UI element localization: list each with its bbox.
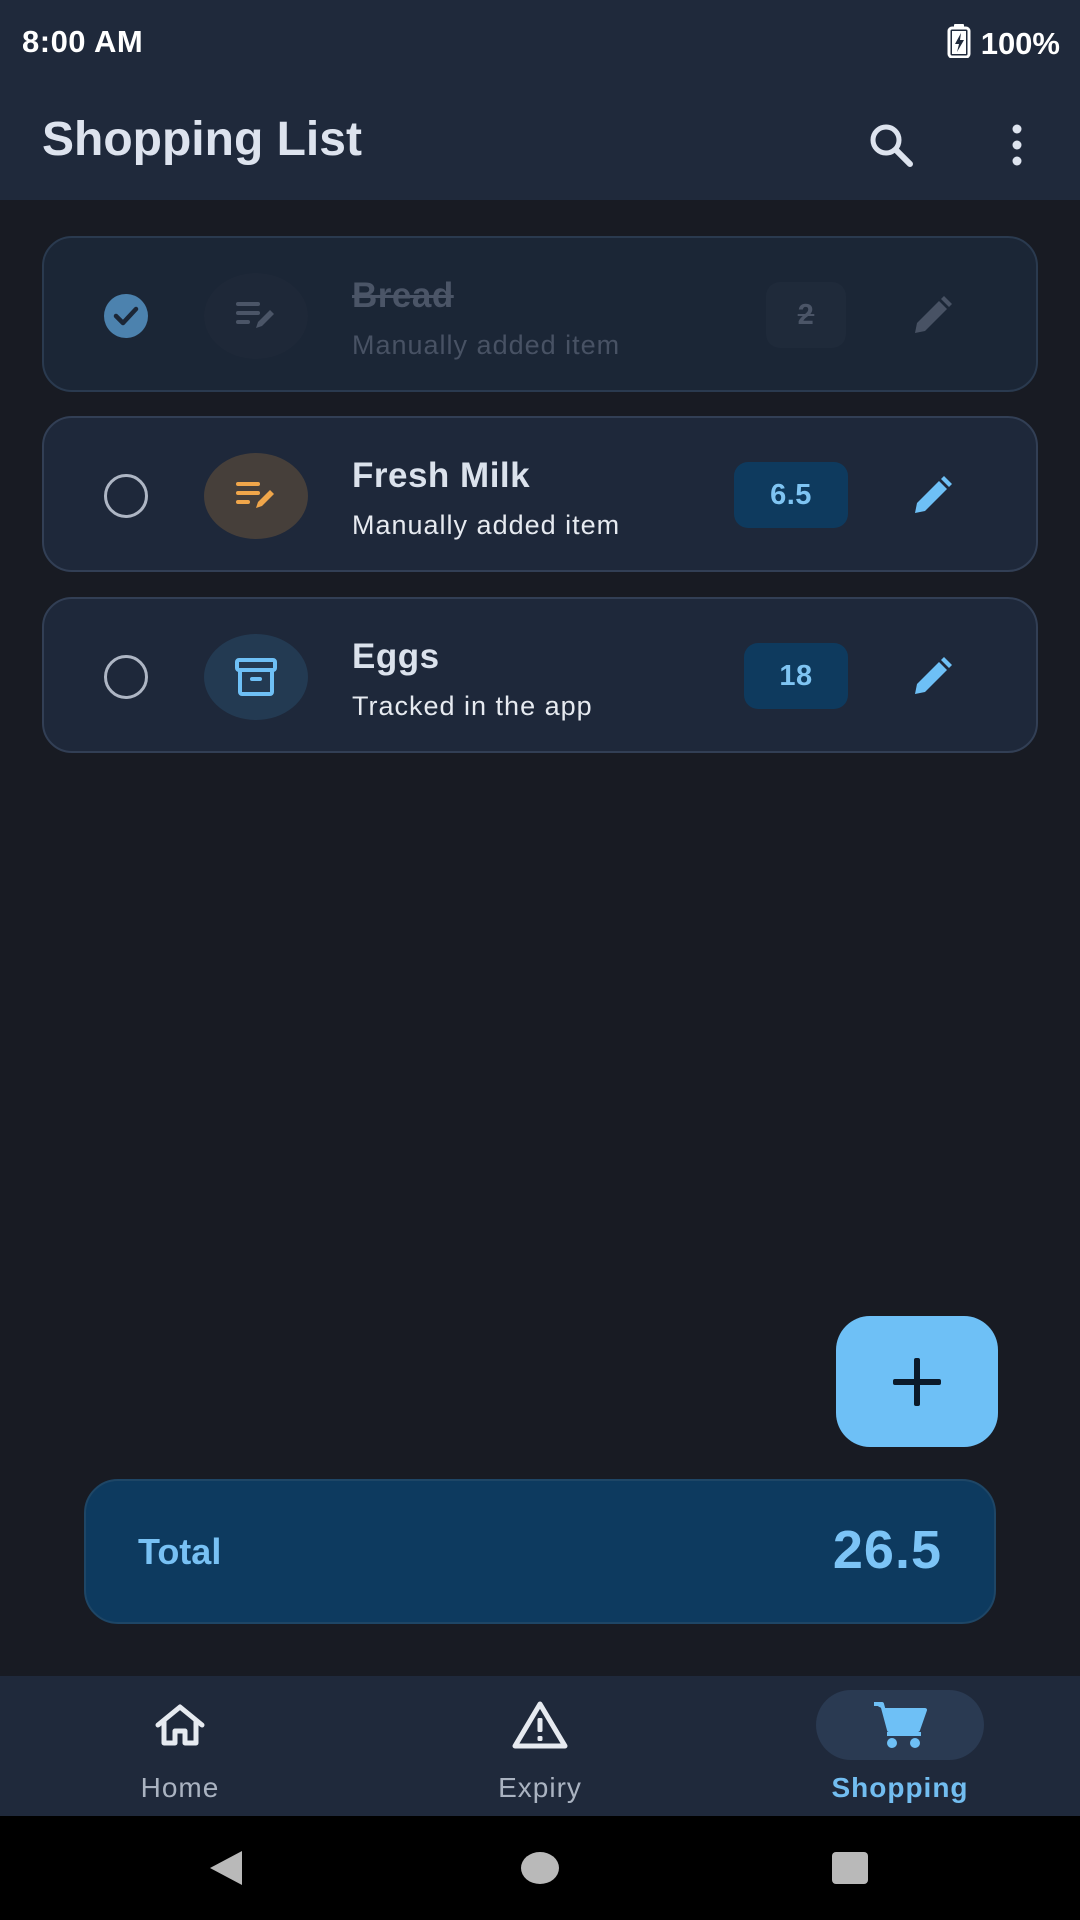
item-name: Bread xyxy=(352,276,454,315)
home-circle-icon xyxy=(521,1852,559,1884)
edit-item-button[interactable] xyxy=(902,466,962,526)
battery-charging-icon xyxy=(947,24,971,63)
app-bar: Shopping List xyxy=(0,92,1080,200)
pencil-icon xyxy=(915,657,952,694)
warning-icon xyxy=(512,1701,568,1749)
item-subtitle: Tracked in the app xyxy=(352,691,593,721)
edit-note-icon xyxy=(236,302,274,328)
item-checkbox[interactable] xyxy=(104,655,148,699)
nav-icon-container xyxy=(456,1690,624,1760)
shopping-item-bread[interactable]: Bread Manually added item 2 xyxy=(42,236,1038,392)
nav-icon-container xyxy=(816,1690,984,1760)
system-navigation-bar xyxy=(0,1816,1080,1920)
quantity-chip[interactable]: 6.5 xyxy=(734,462,848,528)
add-item-fab[interactable] xyxy=(836,1316,998,1447)
shopping-item-fresh-milk[interactable]: Fresh Milk Manually added item 6.5 xyxy=(42,416,1038,572)
item-type-avatar xyxy=(204,273,308,359)
item-type-avatar xyxy=(204,453,308,539)
quantity-chip[interactable]: 18 xyxy=(744,643,848,709)
inventory-box-icon xyxy=(235,658,277,696)
system-recents-button[interactable] xyxy=(820,1838,880,1898)
status-time: 8:00 AM xyxy=(22,24,144,59)
item-checkbox[interactable] xyxy=(104,474,148,518)
total-summary: Total 26.5 xyxy=(84,1479,996,1624)
nav-label: Shopping xyxy=(831,1772,969,1803)
search-button[interactable] xyxy=(856,110,926,180)
shopping-item-eggs[interactable]: Eggs Tracked in the app 18 xyxy=(42,597,1038,753)
item-name: Eggs xyxy=(352,637,440,676)
battery-percent: 100% xyxy=(980,25,1060,61)
cart-icon xyxy=(874,1702,927,1748)
more-vert-icon xyxy=(1012,124,1022,166)
back-triangle-icon xyxy=(210,1851,242,1885)
item-name: Fresh Milk xyxy=(352,456,531,495)
quantity-chip[interactable]: 2 xyxy=(766,282,846,348)
total-label: Total xyxy=(138,1531,222,1572)
edit-note-icon xyxy=(236,482,274,508)
nav-label: Expiry xyxy=(498,1772,582,1803)
search-icon xyxy=(870,124,913,167)
edit-item-button[interactable] xyxy=(902,647,962,707)
screen: 8:00 AM 100% Shopping List Bread Manuall… xyxy=(0,0,1080,1920)
nav-shopping[interactable]: Shopping xyxy=(720,1676,1080,1816)
status-right: 100% xyxy=(947,24,1060,63)
check-icon xyxy=(113,306,139,326)
status-bar: 8:00 AM 100% xyxy=(0,0,1080,92)
item-subtitle: Manually added item xyxy=(352,330,621,360)
recents-square-icon xyxy=(832,1852,868,1884)
home-icon xyxy=(155,1704,205,1746)
edit-item-button[interactable] xyxy=(902,286,962,346)
bottom-navigation: Home Expiry Shopping xyxy=(0,1676,1080,1816)
nav-home[interactable]: Home xyxy=(0,1676,360,1816)
item-checkbox-checked[interactable] xyxy=(104,294,148,338)
item-type-avatar xyxy=(204,634,308,720)
plus-icon xyxy=(893,1357,941,1406)
pencil-icon xyxy=(915,476,952,513)
pencil-icon xyxy=(915,296,952,333)
nav-icon-container xyxy=(96,1690,264,1760)
system-back-button[interactable] xyxy=(196,1838,256,1898)
total-value: 26.5 xyxy=(832,1520,942,1580)
item-subtitle: Manually added item xyxy=(352,510,621,540)
system-home-button[interactable] xyxy=(510,1838,570,1898)
nav-label: Home xyxy=(140,1772,220,1803)
more-options-button[interactable] xyxy=(982,110,1052,180)
page-title: Shopping List xyxy=(42,113,362,166)
nav-expiry[interactable]: Expiry xyxy=(360,1676,720,1816)
